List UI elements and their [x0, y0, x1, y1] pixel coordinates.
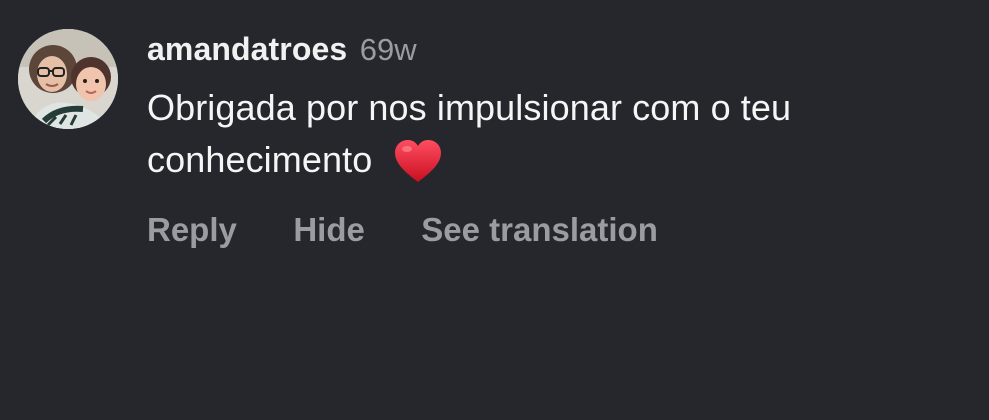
reply-button[interactable]: Reply — [147, 208, 237, 252]
username-link[interactable]: amandatroes — [147, 31, 347, 67]
comment-item: amandatroes 69w Obrigada por nos impulsi… — [0, 0, 989, 420]
comment-actions: Reply Hide See translation — [147, 208, 658, 252]
comment-text: Obrigada por nos impulsionar com o teu c… — [147, 87, 792, 180]
see-translation-button[interactable]: See translation — [421, 208, 658, 252]
heart-icon — [395, 140, 442, 182]
hide-button[interactable]: Hide — [293, 208, 365, 252]
comment-header: amandatroes 69w — [147, 27, 417, 71]
avatar-image — [18, 29, 118, 129]
avatar[interactable] — [18, 29, 118, 129]
timestamp: 69w — [359, 32, 417, 67]
comment-text-block: Obrigada por nos impulsionar com o teu c… — [147, 82, 967, 186]
